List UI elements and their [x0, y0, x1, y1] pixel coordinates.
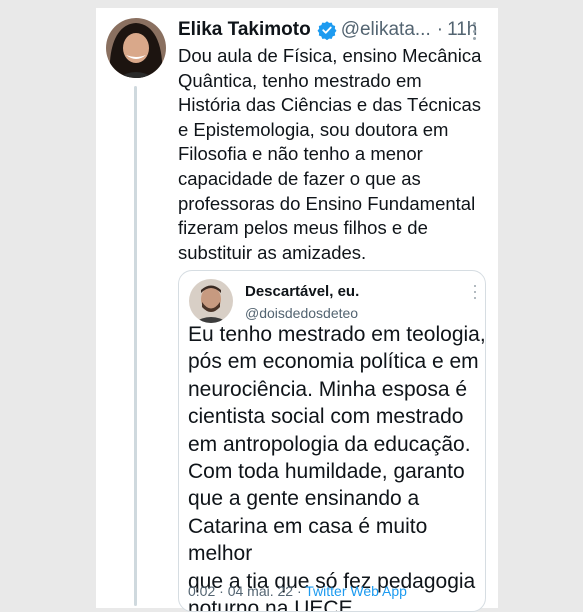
quoted-author-handle[interactable]: @doisdedosdeteo — [245, 305, 358, 321]
quoted-tweet[interactable]: Descartável, eu. @doisdedosdeteo Eu tenh… — [178, 270, 486, 612]
tweet-body: Dou aula de Física, ensino Mecânica Quân… — [178, 45, 482, 263]
quoted-tweet-timestamp[interactable]: 0:02 · 04 mai. 22 · — [188, 583, 302, 599]
more-options-icon[interactable] — [471, 285, 479, 299]
author-name[interactable]: Elika Takimoto — [178, 19, 311, 41]
author-avatar[interactable] — [106, 18, 166, 78]
tweet-header: Elika Takimoto @elikata... · 11h — [178, 18, 477, 42]
more-options-icon[interactable] — [468, 22, 480, 40]
quoted-tweet-footer: 0:02 · 04 mai. 22 · Twitter Web App — [188, 583, 407, 599]
separator-dot: · — [436, 19, 444, 40]
author-handle[interactable]: @elikata... — [341, 19, 431, 41]
verified-badge-icon — [317, 20, 337, 40]
thread-line — [134, 86, 137, 606]
quoted-author-name[interactable]: Descartável, eu. — [245, 283, 359, 300]
quoted-tweet-body: Eu tenho mestrado em teologia, pós em ec… — [188, 323, 486, 612]
quoted-author-avatar[interactable] — [189, 279, 233, 323]
quoted-tweet-source[interactable]: Twitter Web App — [305, 583, 407, 599]
